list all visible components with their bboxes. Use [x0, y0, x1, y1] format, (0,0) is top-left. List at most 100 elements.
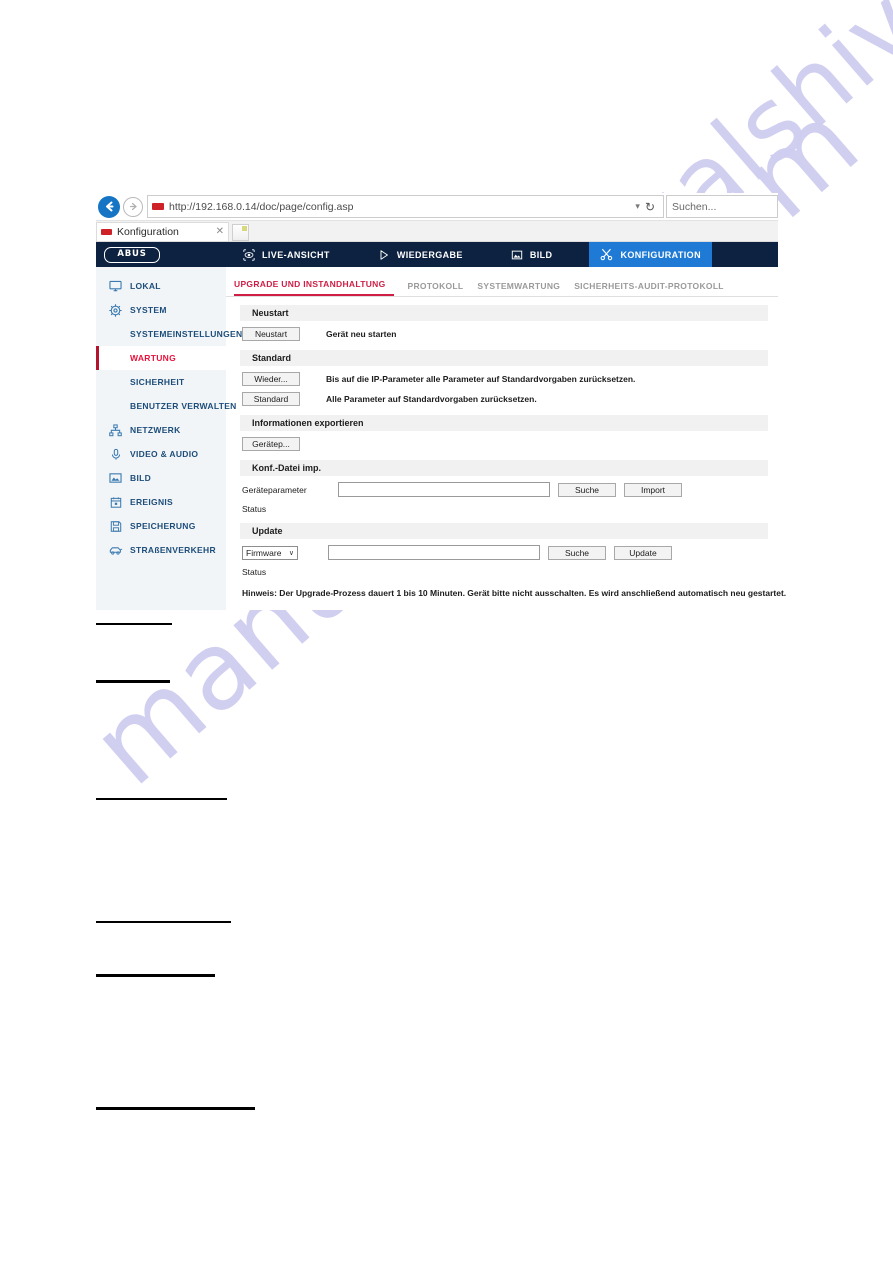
content-tab-bar: UPGRADE UND INSTANDHALTUNG PROTOKOLL SYS… — [226, 272, 778, 297]
section-header-konf-datei-import: Konf.-Datei imp. — [240, 460, 768, 476]
nav-item-label: LIVE-ANSICHT — [262, 249, 330, 260]
sidebar-item-sicherheit[interactable]: SICHERHEIT — [96, 370, 226, 394]
sidebar: LOKAL SYSTEM SYSTEMEINSTELLUNGEN WARTUNG — [96, 267, 242, 610]
tab-favicon-icon — [101, 229, 112, 235]
app-nav-items: LIVE-ANSICHT WIEDERGABE BILD KONFIGURATI… — [232, 242, 712, 267]
browser-search-input[interactable]: Suchen... — [666, 195, 778, 218]
standard-button[interactable]: Standard — [242, 392, 300, 406]
import-file-input[interactable] — [338, 482, 550, 497]
nav-item-konfiguration[interactable]: KONFIGURATION — [589, 242, 712, 267]
geraeteparameter-export-button[interactable]: Gerätep... — [242, 437, 300, 451]
update-file-input[interactable] — [328, 545, 540, 560]
update-status-label: Status — [242, 567, 267, 577]
import-button[interactable]: Import — [624, 482, 682, 497]
wiederherstellen-button[interactable]: Wieder... — [242, 372, 300, 386]
address-bar[interactable]: http://192.168.0.14/doc/page/config.asp … — [147, 195, 664, 218]
sidebar-item-benutzer-verwalten[interactable]: BENUTZER VERWALTEN — [96, 394, 236, 418]
redaction-rule — [96, 974, 215, 977]
neustart-row: Neustart Gerät neu starten — [240, 327, 768, 341]
sidebar-item-system[interactable]: SYSTEM — [96, 298, 226, 322]
update-row: Firmware ∨ Suche Update — [240, 545, 768, 560]
export-row: Gerätep... — [240, 437, 768, 451]
neustart-button[interactable]: Neustart — [242, 327, 300, 341]
site-favicon-icon — [152, 203, 164, 210]
play-icon — [378, 249, 390, 261]
sidebar-item-label: STRAßENVERKEHR — [130, 545, 216, 555]
nav-item-live-ansicht[interactable]: LIVE-ANSICHT — [232, 242, 341, 267]
sidebar-item-label: VIDEO & AUDIO — [130, 449, 199, 459]
redaction-rule — [96, 680, 170, 683]
abus-logo-text: ABUS — [117, 249, 147, 260]
standard-description: Alle Parameter auf Standardvorgaben zurü… — [326, 394, 537, 404]
sidebar-item-label: SYSTEM — [130, 305, 167, 315]
import-status-label: Status — [242, 504, 267, 514]
sidebar-item-label: SICHERHEIT — [130, 377, 185, 387]
sidebar-item-lokal[interactable]: LOKAL — [96, 274, 226, 298]
forward-arrow-icon[interactable] — [123, 196, 143, 217]
car-icon — [108, 545, 123, 556]
content-area: UPGRADE UND INSTANDHALTUNG PROTOKOLL SYS… — [226, 267, 786, 610]
back-arrow-icon[interactable] — [98, 195, 120, 218]
browser-screenshot: http://192.168.0.14/doc/page/config.asp … — [96, 193, 786, 610]
redaction-rule — [96, 623, 172, 625]
app-top-navigation: ABUS LIVE-ANSICHT WIEDERGABE BILD KONFIG… — [96, 242, 778, 267]
standard-restore-row: Wieder... Bis auf die IP-Parameter alle … — [240, 372, 768, 386]
sidebar-item-label: LOKAL — [130, 281, 161, 291]
chevron-down-icon: ∨ — [288, 549, 294, 557]
nav-item-label: KONFIGURATION — [620, 249, 701, 260]
section-header-neustart: Neustart — [240, 305, 768, 321]
panel-upgrade-und-instandhaltung: Neustart Neustart Gerät neu starten Stan… — [226, 297, 786, 610]
redaction-rule — [96, 921, 231, 923]
microphone-icon — [108, 448, 123, 461]
sidebar-item-wartung[interactable]: WARTUNG — [96, 346, 226, 370]
tab-systemwartung[interactable]: SYSTEMWARTUNG — [477, 281, 574, 296]
sidebar-item-systemeinstellungen[interactable]: SYSTEMEINSTELLUNGEN — [96, 322, 242, 346]
floppy-disk-icon — [108, 520, 123, 533]
update-type-select[interactable]: Firmware ∨ — [242, 545, 298, 560]
tab-protokoll[interactable]: PROTOKOLL — [408, 281, 478, 296]
sidebar-item-netzwerk[interactable]: NETZWERK — [96, 418, 226, 442]
page-watermark: manualshive.com manualshive.com — [0, 0, 893, 1263]
sidebar-item-label: BENUTZER VERWALTEN — [130, 401, 237, 411]
section-header-update: Update — [240, 523, 768, 539]
standard-reset-row: Standard Alle Parameter auf Standardvorg… — [240, 392, 768, 406]
abus-logo[interactable]: ABUS — [104, 246, 160, 263]
sidebar-item-label: NETZWERK — [130, 425, 181, 435]
tab-sicherheits-audit-protokoll[interactable]: SICHERHEITS-AUDIT-PROTOKOLL — [574, 281, 738, 296]
sidebar-item-strassenverkehr[interactable]: STRAßENVERKEHR — [96, 538, 226, 562]
browser-tab-title: Konfiguration — [117, 226, 179, 238]
update-button[interactable]: Update — [614, 545, 672, 560]
redaction-rule — [96, 798, 227, 800]
monitor-icon — [108, 280, 123, 292]
sidebar-item-speicherung[interactable]: SPEICHERUNG — [96, 514, 226, 538]
sidebar-item-label: SPEICHERUNG — [130, 521, 196, 531]
nav-item-label: BILD — [529, 249, 553, 260]
import-browse-button[interactable]: Suche — [558, 482, 616, 497]
redaction-rule — [96, 1107, 255, 1110]
neustart-description: Gerät neu starten — [326, 329, 397, 339]
chevron-down-icon[interactable]: ▾ — [635, 201, 640, 212]
browser-tab-strip: Konfiguration ✕ — [96, 221, 778, 242]
sidebar-item-video-audio[interactable]: VIDEO & AUDIO — [96, 442, 226, 466]
browser-toolbar: http://192.168.0.14/doc/page/config.asp … — [96, 193, 778, 221]
update-browse-button[interactable]: Suche — [548, 545, 606, 560]
sidebar-item-label: EREIGNIS — [130, 497, 174, 507]
section-header-standard: Standard — [240, 350, 768, 366]
nav-item-bild[interactable]: BILD — [500, 242, 564, 267]
update-type-value: Firmware — [246, 547, 282, 558]
app-body: LOKAL SYSTEM SYSTEMEINSTELLUNGEN WARTUNG — [96, 267, 786, 610]
wiederherstellen-description: Bis auf die IP-Parameter alle Parameter … — [326, 374, 636, 384]
gear-icon — [108, 303, 123, 317]
tab-upgrade-und-instandhaltung[interactable]: UPGRADE UND INSTANDHALTUNG — [234, 279, 394, 296]
picture-icon — [108, 472, 123, 484]
sidebar-item-label: BILD — [130, 473, 152, 483]
geraeteparameter-label: Geräteparameter — [242, 484, 307, 495]
close-icon[interactable]: ✕ — [216, 227, 224, 237]
reload-icon[interactable]: ↻ — [645, 201, 655, 213]
sidebar-item-ereignis[interactable]: EREIGNIS — [96, 490, 226, 514]
section-header-informationen-exportieren: Informationen exportieren — [240, 415, 768, 431]
sidebar-item-bild[interactable]: BILD — [96, 466, 226, 490]
nav-item-wiedergabe[interactable]: WIEDERGABE — [367, 242, 474, 267]
browser-tab[interactable]: Konfiguration ✕ — [96, 222, 229, 241]
new-tab-button[interactable] — [232, 224, 249, 241]
